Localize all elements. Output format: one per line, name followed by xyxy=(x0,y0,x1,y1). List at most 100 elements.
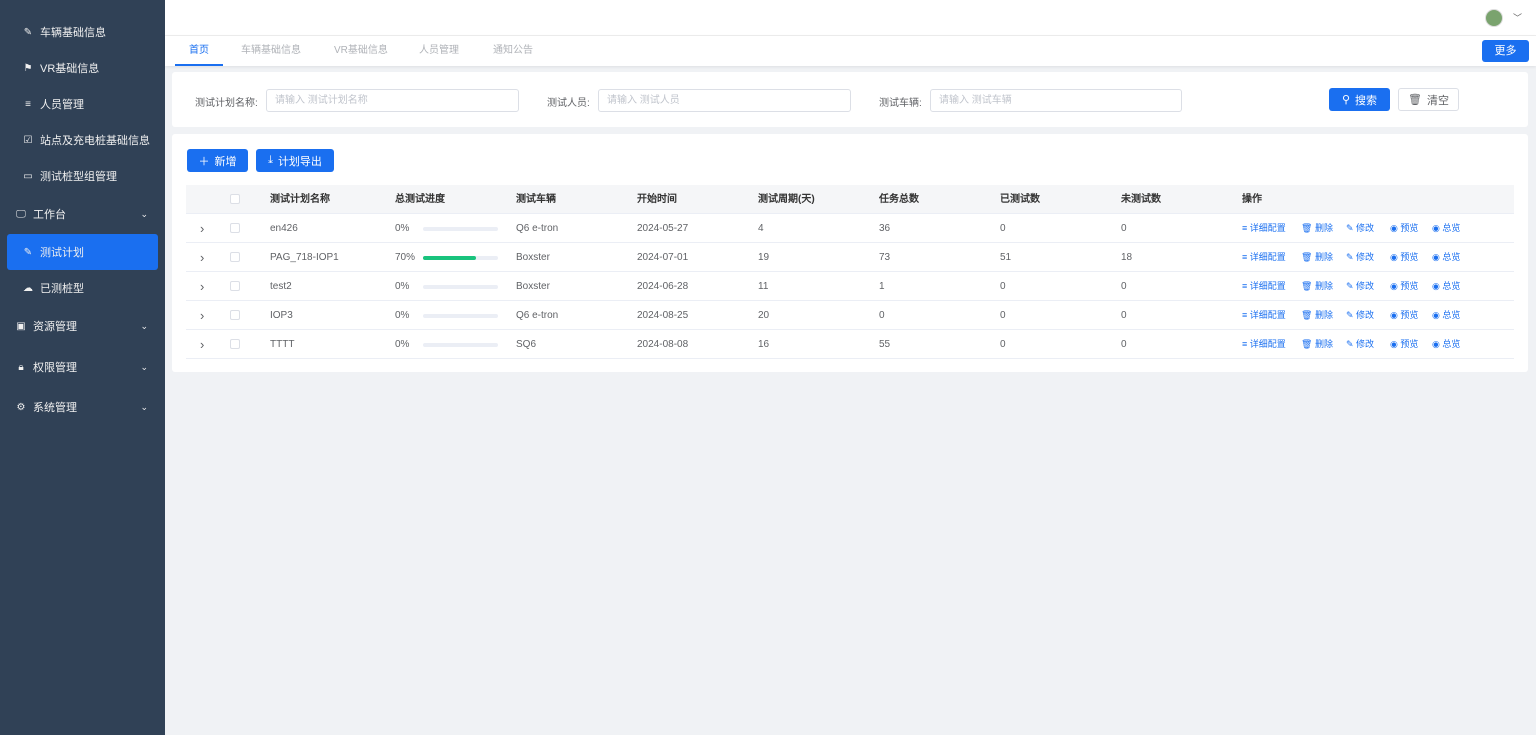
cell-start: 2024-05-27 xyxy=(637,223,689,234)
column-header: 开始时间 xyxy=(637,194,677,205)
vehicle-input[interactable]: 请输入 测试车辆 xyxy=(930,89,1182,112)
sidebar-item-0[interactable]: ✎ 车辆基础信息 xyxy=(7,14,158,50)
op-4-link[interactable]: ◉ 总览 xyxy=(1432,272,1460,301)
row-checkbox[interactable] xyxy=(230,281,240,291)
op-1-link[interactable]: 🗑︎ 删除 xyxy=(1301,214,1333,243)
list-icon: ≡ xyxy=(25,98,31,110)
edit-icon: ✎ xyxy=(1346,223,1357,233)
op-1-link[interactable]: 🗑︎ 删除 xyxy=(1301,243,1333,272)
op-2-link[interactable]: ✎ 修改 xyxy=(1346,214,1374,243)
search-button[interactable]: ⚲ 搜索 xyxy=(1329,88,1390,111)
op-1-link[interactable]: 🗑︎ 删除 xyxy=(1301,330,1333,359)
row-checkbox[interactable] xyxy=(230,252,240,262)
sidebar-item-2[interactable]: ≡ 人员管理 xyxy=(7,86,158,122)
op-2-link[interactable]: ✎ 修改 xyxy=(1346,301,1374,330)
tab-3[interactable]: 人员管理 xyxy=(419,36,459,66)
cell-total: 73 xyxy=(879,252,891,263)
sidebar-item-7[interactable]: ☁ 已测桩型 xyxy=(7,270,158,306)
op-4-link[interactable]: ◉ 总览 xyxy=(1432,243,1460,272)
op-3-link[interactable]: ◉ 预览 xyxy=(1390,243,1418,272)
cell-untested: 0 xyxy=(1121,223,1127,234)
folder-icon: ▣ xyxy=(16,320,26,332)
sidebar-item-label: 车辆基础信息 xyxy=(40,27,106,39)
cell-name: PAG_718-IOP1 xyxy=(270,252,339,263)
lock-icon: 🔒︎ xyxy=(18,361,24,373)
expand-chevron-icon[interactable]: › xyxy=(200,272,204,301)
more-button[interactable]: 更多 xyxy=(1482,40,1529,62)
sidebar-item-5[interactable]: 🖵︎ 工作台 ⌄ xyxy=(7,196,158,232)
tab-0[interactable]: 首页 xyxy=(175,36,223,66)
expand-chevron-icon[interactable]: › xyxy=(200,214,204,243)
cell-tested: 0 xyxy=(1000,339,1006,350)
search-icon: ⚲ xyxy=(1341,94,1351,106)
row-checkbox[interactable] xyxy=(230,310,240,320)
tester-input[interactable]: 请输入 测试人员 xyxy=(598,89,851,112)
sidebar-item-8[interactable]: ▣ 资源管理 ⌄ xyxy=(7,308,158,344)
sidebar-item-3[interactable]: ☑ 站点及充电桩基础信息 xyxy=(7,122,158,158)
edit-icon: ✎ xyxy=(1346,339,1357,349)
op-0-link[interactable]: ≡ 详细配置 xyxy=(1242,243,1286,272)
progress-bar xyxy=(423,227,498,231)
search-card: 测试计划名称: 请输入 测试计划名称 测试人员: 请输入 测试人员 测试车辆: … xyxy=(172,72,1528,127)
op-3-link[interactable]: ◉ 预览 xyxy=(1390,330,1418,359)
cell-vehicle: Boxster xyxy=(516,252,550,263)
op-0-link[interactable]: ≡ 详细配置 xyxy=(1242,301,1286,330)
plan-name-label: 测试计划名称: xyxy=(195,98,258,109)
cell-start: 2024-06-28 xyxy=(637,281,689,292)
op-0-link[interactable]: ≡ 详细配置 xyxy=(1242,272,1286,301)
expand-chevron-icon[interactable]: › xyxy=(200,330,204,359)
sidebar-item-label: 系统管理 xyxy=(33,402,77,414)
op-4-link[interactable]: ◉ 总览 xyxy=(1432,301,1460,330)
cell-name: TTTT xyxy=(270,339,295,350)
cell-vehicle: Boxster xyxy=(516,281,550,292)
table-row: › TTTT 0% SQ6 2024-08-08 16 55 0 0 ≡ 详细配置 🗑︎ 删除 ✎ 修… xyxy=(186,330,1514,359)
expand-chevron-icon[interactable]: › xyxy=(200,301,204,330)
chevron-down-icon[interactable]: ﹀ xyxy=(1513,11,1522,24)
plan-name-input[interactable]: 请输入 测试计划名称 xyxy=(266,89,519,112)
column-header: 测试周期(天) xyxy=(758,194,815,205)
select-all-checkbox[interactable] xyxy=(230,194,240,204)
row-checkbox[interactable] xyxy=(230,223,240,233)
op-1-link[interactable]: 🗑︎ 删除 xyxy=(1301,272,1333,301)
trash-icon: 🗑︎ xyxy=(1301,252,1315,262)
op-2-link[interactable]: ✎ 修改 xyxy=(1346,272,1374,301)
clear-button[interactable]: 🗑︎ 清空 xyxy=(1398,88,1459,111)
op-0-link[interactable]: ≡ 详细配置 xyxy=(1242,330,1286,359)
edit-icon: ✎ xyxy=(23,26,33,38)
op-2-link[interactable]: ✎ 修改 xyxy=(1346,330,1374,359)
sidebar-item-10[interactable]: ⚙ 系统管理 ⌄ xyxy=(7,389,158,425)
edit-icon: ✎ xyxy=(23,246,33,258)
cell-total: 0 xyxy=(879,310,885,321)
sidebar-item-4[interactable]: ▭ 测试桩型组管理 xyxy=(7,158,158,194)
list-icon: ≡ xyxy=(1242,339,1250,349)
op-0-link[interactable]: ≡ 详细配置 xyxy=(1242,214,1286,243)
op-3-link[interactable]: ◉ 预览 xyxy=(1390,301,1418,330)
progress-bar xyxy=(423,343,498,347)
eye-icon: ◉ xyxy=(1390,339,1401,349)
export-button[interactable]: ⤓ 计划导出 xyxy=(256,149,334,172)
add-button[interactable]: ＋新增 xyxy=(187,149,248,172)
op-4-link[interactable]: ◉ 总览 xyxy=(1432,214,1460,243)
tab-4[interactable]: 通知公告 xyxy=(493,36,533,66)
sidebar-item-1[interactable]: ⚑ VR基础信息 xyxy=(7,50,158,86)
row-checkbox[interactable] xyxy=(230,339,240,349)
expand-chevron-icon[interactable]: › xyxy=(200,243,204,272)
sidebar-item-label: 权限管理 xyxy=(33,362,77,374)
top-header: ﹀ xyxy=(165,0,1536,36)
op-2-link[interactable]: ✎ 修改 xyxy=(1346,243,1374,272)
op-3-link[interactable]: ◉ 预览 xyxy=(1390,214,1418,243)
user-avatar[interactable] xyxy=(1485,9,1503,27)
eye-icon: ◉ xyxy=(1432,310,1443,320)
sidebar-item-9[interactable]: 🔒︎ 权限管理 ⌄ xyxy=(7,349,158,385)
tab-1[interactable]: 车辆基础信息 xyxy=(241,36,301,66)
progress-bar xyxy=(423,256,498,260)
eye-icon: ◉ xyxy=(1432,281,1443,291)
cell-total: 55 xyxy=(879,339,891,350)
op-3-link[interactable]: ◉ 预览 xyxy=(1390,272,1418,301)
sidebar-item-6[interactable]: ✎ 测试计划 xyxy=(7,234,158,270)
column-header: 总测试进度 xyxy=(395,194,445,205)
eye-icon: ◉ xyxy=(1432,252,1443,262)
op-4-link[interactable]: ◉ 总览 xyxy=(1432,330,1460,359)
op-1-link[interactable]: 🗑︎ 删除 xyxy=(1301,301,1333,330)
tab-2[interactable]: VR基础信息 xyxy=(334,36,388,66)
